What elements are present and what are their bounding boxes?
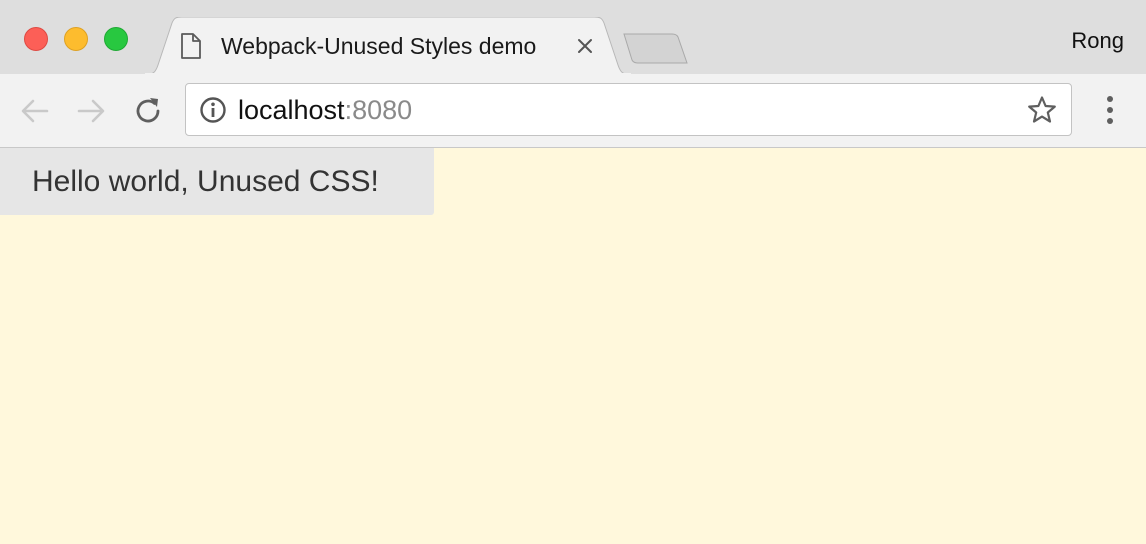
tab-title: Webpack-Unused Styles demo <box>221 33 537 59</box>
arrow-right-icon[interactable] <box>74 94 108 128</box>
arrow-left-icon[interactable] <box>18 94 52 128</box>
window-maximize-button[interactable] <box>104 27 128 51</box>
info-icon[interactable] <box>199 96 227 124</box>
more-vertical-icon[interactable] <box>1096 92 1124 128</box>
tab-active[interactable]: Webpack-Unused Styles demo <box>144 17 632 75</box>
new-tab-button[interactable] <box>620 32 690 66</box>
hello-box: Hello world, Unused CSS! <box>0 148 434 215</box>
url-text[interactable]: localhost:8080 <box>238 94 412 126</box>
profile-name[interactable]: Rong <box>1071 27 1124 55</box>
tab-strip: Webpack-Unused Styles demo Rong <box>0 0 1146 75</box>
tab-close-icon[interactable] <box>576 37 594 55</box>
browser-window: Webpack-Unused Styles demo Rong localhos… <box>0 0 1146 544</box>
star-icon[interactable] <box>1027 95 1057 125</box>
window-close-button[interactable] <box>24 27 48 51</box>
url-port: :8080 <box>344 95 413 125</box>
page-content: Hello world, Unused CSS! <box>0 148 1146 544</box>
document-icon <box>181 33 201 59</box>
reload-icon[interactable] <box>131 94 165 128</box>
browser-toolbar: localhost:8080 <box>0 74 1146 148</box>
window-minimize-button[interactable] <box>64 27 88 51</box>
page-heading: Hello world, Unused CSS! <box>32 165 379 198</box>
url-host: localhost <box>238 95 345 125</box>
address-bar[interactable]: localhost:8080 <box>185 83 1072 136</box>
